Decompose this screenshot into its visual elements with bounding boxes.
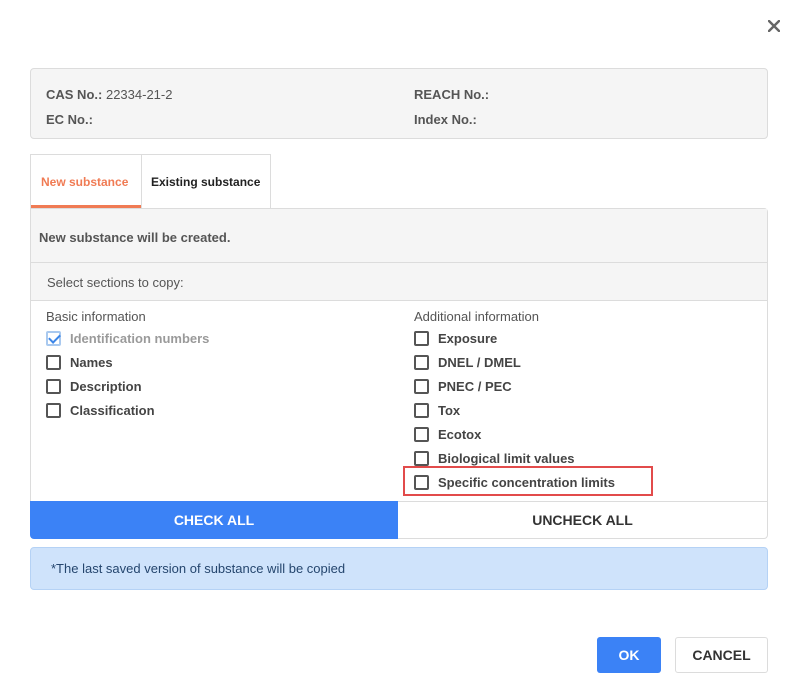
checkbox-box[interactable] xyxy=(414,354,429,370)
checkbox-biological-limit-values[interactable]: Biological limit values xyxy=(414,449,575,467)
copy-notice: *The last saved version of substance wil… xyxy=(30,547,768,590)
checkbox-box[interactable] xyxy=(46,378,61,394)
checkbox-box[interactable] xyxy=(414,426,429,442)
cas-label: CAS No.: xyxy=(46,87,103,102)
checkbox-pnec-pec[interactable]: PNEC / PEC xyxy=(414,377,512,395)
check-buttons-row: CHECK ALL UNCHECK ALL xyxy=(30,501,768,539)
uncheck-all-button[interactable]: UNCHECK ALL xyxy=(398,501,768,539)
reach-label: REACH No.: xyxy=(414,87,490,102)
checkbox-label: DNEL / DMEL xyxy=(438,354,521,370)
checkbox-label: Tox xyxy=(438,402,461,418)
checkbox-exposure[interactable]: Exposure xyxy=(414,329,497,347)
checkbox-label: Biological limit values xyxy=(438,450,575,466)
checkbox-box[interactable] xyxy=(414,474,429,490)
basic-information-title: Basic information xyxy=(46,309,146,324)
index-number: Index No.: xyxy=(414,112,477,127)
cas-number: CAS No.: 22334-21-2 xyxy=(46,87,172,102)
checkbox-label: Identification numbers xyxy=(70,330,210,346)
substance-tabs: New substance Existing substance xyxy=(30,154,271,208)
checkbox-label: Classification xyxy=(70,402,155,418)
checkbox-description[interactable]: Description xyxy=(46,377,142,395)
substance-info-box: CAS No.: 22334-21-2 EC No.: REACH No.: I… xyxy=(30,68,768,139)
checkbox-label: Names xyxy=(70,354,113,370)
tab-existing-substance[interactable]: Existing substance xyxy=(141,154,271,208)
checkbox-box[interactable] xyxy=(46,354,61,370)
checkbox-box[interactable] xyxy=(414,330,429,346)
checkbox-classification[interactable]: Classification xyxy=(46,401,155,419)
cancel-button[interactable]: CANCEL xyxy=(675,637,768,673)
panel-message: New substance will be created. xyxy=(31,209,767,263)
additional-information-title: Additional information xyxy=(414,309,540,324)
close-button[interactable] xyxy=(762,14,786,38)
checkbox-checked[interactable] xyxy=(46,330,61,346)
checkbox-label: Specific concentration limits xyxy=(438,474,615,490)
checkbox-box[interactable] xyxy=(414,378,429,394)
ec-number: EC No.: xyxy=(46,112,93,127)
ok-button[interactable]: OK xyxy=(597,637,661,673)
checkbox-box[interactable] xyxy=(414,450,429,466)
reach-number: REACH No.: xyxy=(414,87,489,102)
checkbox-dnel-dmel[interactable]: DNEL / DMEL xyxy=(414,353,521,371)
checkbox-tox[interactable]: Tox xyxy=(414,401,460,419)
checkbox-ecotox[interactable]: Ecotox xyxy=(414,425,481,443)
checkbox-label: PNEC / PEC xyxy=(438,378,512,394)
checkbox-identification-numbers[interactable]: Identification numbers xyxy=(46,329,209,347)
tab-existing-substance-label: Existing substance xyxy=(151,174,261,189)
index-label: Index No.: xyxy=(414,112,477,127)
select-sections-label: Select sections to copy: xyxy=(31,263,767,301)
checkbox-box[interactable] xyxy=(46,402,61,418)
tab-new-substance[interactable]: New substance xyxy=(30,154,141,208)
ec-label: EC No.: xyxy=(46,112,93,127)
checkbox-label: Exposure xyxy=(438,330,498,346)
close-icon xyxy=(768,20,780,32)
checkbox-label: Description xyxy=(70,378,142,394)
cas-value: 22334-21-2 xyxy=(105,87,173,102)
copy-sections-panel: New substance will be created. Select se… xyxy=(30,208,768,502)
tab-new-substance-label: New substance xyxy=(41,174,129,189)
checkbox-label: Ecotox xyxy=(438,426,482,442)
checkbox-names[interactable]: Names xyxy=(46,353,113,371)
checkbox-box[interactable] xyxy=(414,402,429,418)
checkbox-specific-concentration-limits[interactable]: Specific concentration limits xyxy=(414,473,615,491)
check-all-button[interactable]: CHECK ALL xyxy=(30,501,398,539)
